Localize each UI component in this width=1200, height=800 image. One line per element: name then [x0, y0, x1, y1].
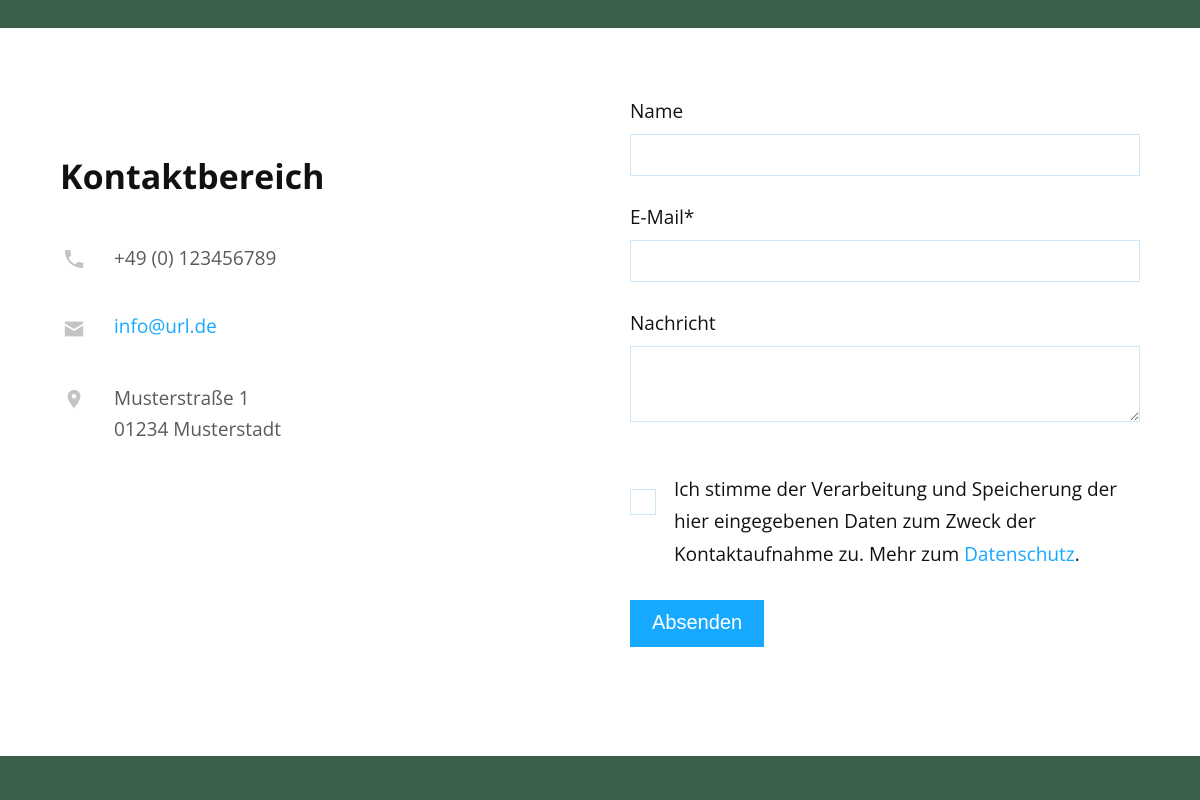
message-group: Nachricht: [630, 310, 1140, 427]
address-line-2: 01234 Musterstadt: [114, 414, 281, 444]
bottom-bar: [0, 756, 1200, 800]
location-icon: [60, 385, 88, 413]
email-group: E-Mail*: [630, 204, 1140, 282]
page-title: Kontaktbereich: [60, 153, 570, 199]
email-label: E-Mail*: [630, 204, 1140, 230]
consent-checkbox[interactable]: [630, 489, 656, 515]
contact-form-column: Name E-Mail* Nachricht Ich stimme der Ve…: [630, 98, 1140, 716]
address-line-1: Musterstraße 1: [114, 383, 281, 413]
address-text: Musterstraße 1 01234 Musterstadt: [114, 383, 281, 444]
submit-button[interactable]: Absenden: [630, 600, 764, 647]
content-area: Kontaktbereich +49 (0) 123456789 info@ur…: [0, 28, 1200, 756]
name-label: Name: [630, 98, 1140, 124]
address-row: Musterstraße 1 01234 Musterstadt: [60, 383, 570, 444]
privacy-link[interactable]: Datenschutz: [964, 541, 1075, 567]
top-bar: [0, 0, 1200, 28]
name-input[interactable]: [630, 134, 1140, 176]
email-input[interactable]: [630, 240, 1140, 282]
consent-text: Ich stimme der Verarbeitung und Speicher…: [674, 473, 1140, 570]
phone-icon: [60, 245, 88, 273]
consent-suffix: .: [1075, 541, 1080, 567]
email-link[interactable]: info@url.de: [114, 313, 217, 339]
mail-icon: [60, 315, 88, 343]
email-row: info@url.de: [60, 313, 570, 343]
contact-info-column: Kontaktbereich +49 (0) 123456789 info@ur…: [60, 98, 570, 716]
phone-text: +49 (0) 123456789: [114, 243, 276, 273]
message-label: Nachricht: [630, 310, 1140, 336]
message-textarea[interactable]: [630, 346, 1140, 422]
consent-row: Ich stimme der Verarbeitung und Speicher…: [630, 473, 1140, 570]
phone-row: +49 (0) 123456789: [60, 243, 570, 273]
name-group: Name: [630, 98, 1140, 176]
